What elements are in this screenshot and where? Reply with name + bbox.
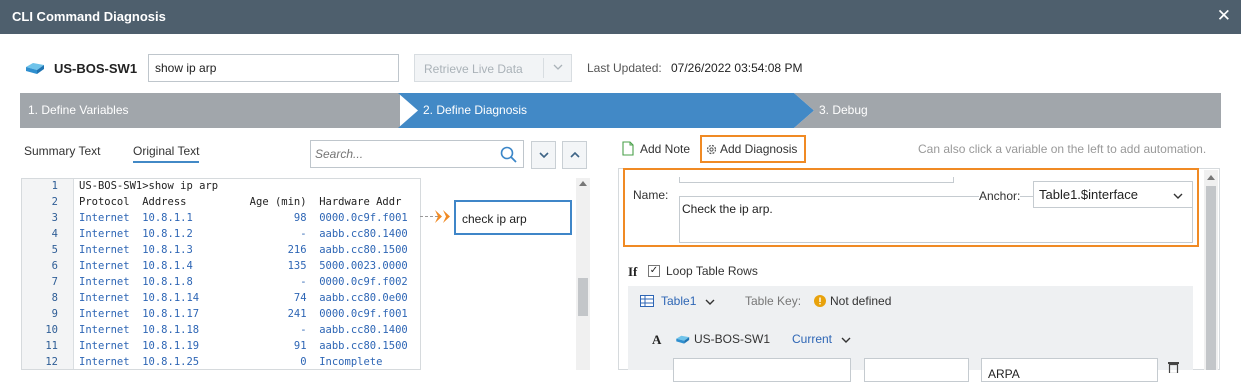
search-next-button[interactable] [531, 141, 556, 169]
window-title: CLI Command Diagnosis [12, 9, 166, 24]
step-define-variables[interactable]: 1. Define Variables [20, 93, 400, 128]
add-diagnosis-button[interactable]: Add Diagnosis [720, 142, 797, 156]
diagnosis-tag[interactable]: check ip arp [454, 200, 572, 235]
chevron-up-icon [569, 151, 580, 158]
search-icon[interactable] [500, 146, 517, 166]
arp-entry-line[interactable]: Internet 10.8.1.4 135 5000.0023.0000 [79, 260, 408, 272]
chevron-down-icon[interactable] [704, 296, 716, 311]
warning-icon [814, 295, 826, 310]
close-icon[interactable]: ✕ [1217, 6, 1231, 26]
line-number: 11 [45, 340, 58, 352]
double-chevron-right-icon [435, 210, 455, 226]
device-name: US-BOS-SW1 [54, 61, 138, 76]
wizard-steps: 1. Define Variables 2. Define Diagnosis … [0, 93, 1241, 128]
search-input[interactable] [311, 141, 491, 167]
table-header-line[interactable]: Protocol Address Age (min) Hardware Addr [79, 196, 401, 208]
line-number: 1 [51, 180, 58, 192]
last-updated-label: Last Updated: [587, 61, 662, 75]
scroll-thumb[interactable] [1206, 186, 1216, 370]
line-number: 9 [51, 308, 58, 320]
arp-entry-line[interactable]: Internet 10.8.1.17 241 0000.0c9f.f001 [79, 308, 408, 320]
step-debug[interactable]: 3. Debug [794, 93, 1221, 128]
arp-entry-line[interactable]: Internet 10.8.1.14 74 aabb.cc80.0e00 [79, 292, 408, 304]
arp-entry-line[interactable]: Internet 10.8.1.1 98 0000.0c9f.f001 [79, 212, 408, 224]
line-number: 4 [51, 228, 58, 240]
cli-output-panel: 1 US-BOS-SW1>show ip arp 2 Protocol Address… [21, 178, 421, 370]
switch-icon [23, 62, 45, 76]
table-icon [640, 295, 654, 310]
automation-hint: Can also click a variable on the left to… [918, 142, 1207, 156]
line-number: 12 [45, 356, 58, 368]
diagnosis-tag-label: check ip arp [462, 212, 527, 226]
line-number: 8 [51, 292, 58, 304]
chevron-down-icon [538, 152, 549, 159]
chevron-down-icon[interactable] [840, 334, 852, 349]
arp-entry-line[interactable]: Internet 10.8.1.2 - aabb.cc80.1400 [79, 228, 408, 240]
table-select[interactable]: Table1 [661, 294, 696, 308]
tab-summary-text[interactable]: Summary Text [24, 144, 100, 158]
scroll-thumb[interactable] [578, 278, 588, 316]
row-letter: A [652, 332, 662, 347]
code-scrollbar[interactable] [576, 178, 590, 370]
line-number: 6 [51, 260, 58, 272]
arp-entry-line[interactable]: Internet 10.8.1.25 0 Incomplete [79, 356, 382, 368]
search-previous-button[interactable] [562, 141, 587, 169]
command-input[interactable] [148, 54, 399, 82]
condition-field-2[interactable] [864, 358, 969, 382]
condition-field-1[interactable] [673, 358, 851, 382]
title-bar: CLI Command Diagnosis ✕ [0, 0, 1241, 34]
tab-original-text[interactable]: Original Text [133, 144, 200, 163]
add-note-button[interactable]: Add Note [640, 142, 690, 156]
arp-entry-line[interactable]: Internet 10.8.1.19 91 aabb.cc80.1500 [79, 340, 408, 352]
condition-field-3[interactable]: ARPA [981, 358, 1158, 382]
retrieve-live-data-button[interactable]: Retrieve Live Data [414, 54, 572, 82]
anchor-label: Anchor: [979, 189, 1021, 203]
trash-icon[interactable] [1167, 361, 1180, 376]
line-number: 3 [51, 212, 58, 224]
retrieve-label: Retrieve Live Data [424, 62, 523, 76]
if-label: If [628, 264, 638, 279]
arp-entry-line[interactable]: Internet 10.8.1.3 216 aabb.cc80.1500 [79, 244, 408, 256]
chevron-down-icon [1172, 185, 1184, 210]
last-updated-value: 07/26/2022 03:54:08 PM [671, 61, 803, 75]
switch-icon [674, 334, 690, 348]
scroll-up-icon[interactable] [1207, 175, 1215, 180]
retrieve-dropdown-divider [543, 58, 544, 78]
name-label: Name: [633, 188, 669, 202]
line-number: 5 [51, 244, 58, 256]
chevron-down-icon[interactable] [552, 61, 564, 76]
arp-entry-line[interactable]: Internet 10.8.1.18 - aabb.cc80.1400 [79, 324, 408, 336]
table-key-label: Table Key: [745, 294, 802, 308]
line-number: 2 [51, 196, 58, 208]
line-number: 7 [51, 276, 58, 288]
row-device: US-BOS-SW1 [694, 332, 771, 346]
condition-field-3-value: ARPA [988, 367, 1020, 381]
note-icon [622, 141, 634, 159]
arp-entry-line[interactable]: Internet 10.8.1.8 - 0000.0c9f.f002 [79, 276, 408, 288]
row-mode-select[interactable]: Current [792, 332, 832, 346]
line-number: 10 [45, 324, 58, 336]
command-echo-line[interactable]: US-BOS-SW1>show ip arp [79, 180, 218, 192]
search-box [310, 140, 524, 168]
anchor-value: Table1.$interface [1039, 187, 1139, 202]
editor-scrollbar[interactable] [1204, 170, 1218, 370]
scroll-up-icon[interactable] [579, 181, 587, 186]
loop-rows-checkbox[interactable]: ✓ [648, 265, 660, 277]
step-define-diagnosis[interactable]: 2. Define Diagnosis [398, 93, 814, 128]
table-key-value: Not defined [830, 294, 892, 308]
anchor-select[interactable]: Table1.$interface [1033, 181, 1193, 208]
loop-rows-label: Loop Table Rows [666, 264, 758, 278]
gear-icon [706, 144, 717, 158]
